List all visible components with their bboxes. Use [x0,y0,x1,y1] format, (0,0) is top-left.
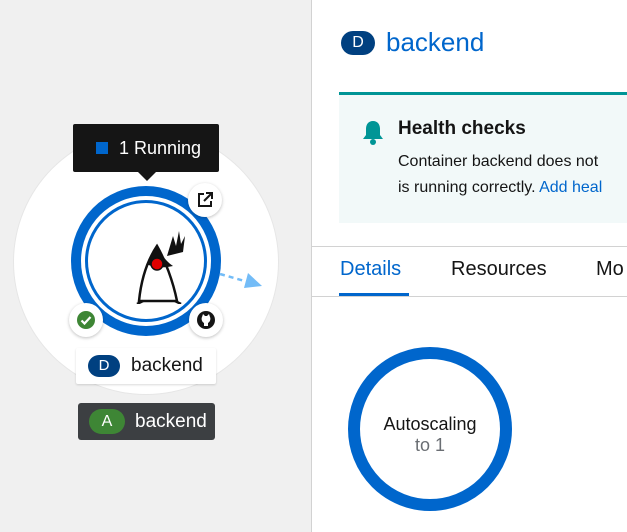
tabs-divider-top [312,246,627,247]
resource-title[interactable]: backend [386,27,484,58]
autoscaling-count: to 1 [414,435,446,455]
java-duke-icon [136,231,185,304]
topology-canvas[interactable]: 1 Running D backend A backend [0,0,311,532]
application-badge: A [89,409,125,434]
alert-body-text: is running correctly. [398,179,536,196]
github-icon [197,311,215,329]
application-name: backend [135,411,207,432]
alert-body-line1: Container backend does not [398,153,599,170]
deployment-badge: D [88,355,120,377]
tabs-divider-bottom [312,296,627,297]
edit-source-decorator[interactable] [189,303,223,337]
check-circle-icon [77,311,95,329]
external-link-icon [198,192,213,207]
health-checks-alert: Health checks Container backend does not… [339,92,627,223]
tab-resources[interactable]: Resources [451,258,547,281]
deployment-label[interactable]: D backend [76,348,216,384]
running-legend-square [96,142,108,154]
add-health-checks-link[interactable]: Add heal [539,179,602,196]
tab-details[interactable]: Details [340,258,401,281]
pod-ring-autoscaling: Autoscaling to 1 [348,347,512,511]
arrow-icon [219,272,262,288]
tab-monitoring[interactable]: Mo [596,258,624,281]
application-label[interactable]: A backend [78,403,215,440]
deployment-name: backend [131,355,203,376]
open-url-decorator[interactable] [188,183,222,217]
pod-status-tooltip: 1 Running [73,124,219,181]
alert-title: Health checks [398,118,526,139]
resource-type-badge: D [341,31,375,55]
tooltip-text: 1 Running [119,138,202,158]
details-side-panel: D backend Health checks Container backen… [311,0,627,532]
bell-icon [363,121,383,145]
build-status-decorator[interactable] [69,303,103,337]
alert-body-line2: is running correctly. Add heal [398,179,602,197]
pod-inner-circle [81,196,211,326]
autoscaling-label: Autoscaling [383,414,477,434]
